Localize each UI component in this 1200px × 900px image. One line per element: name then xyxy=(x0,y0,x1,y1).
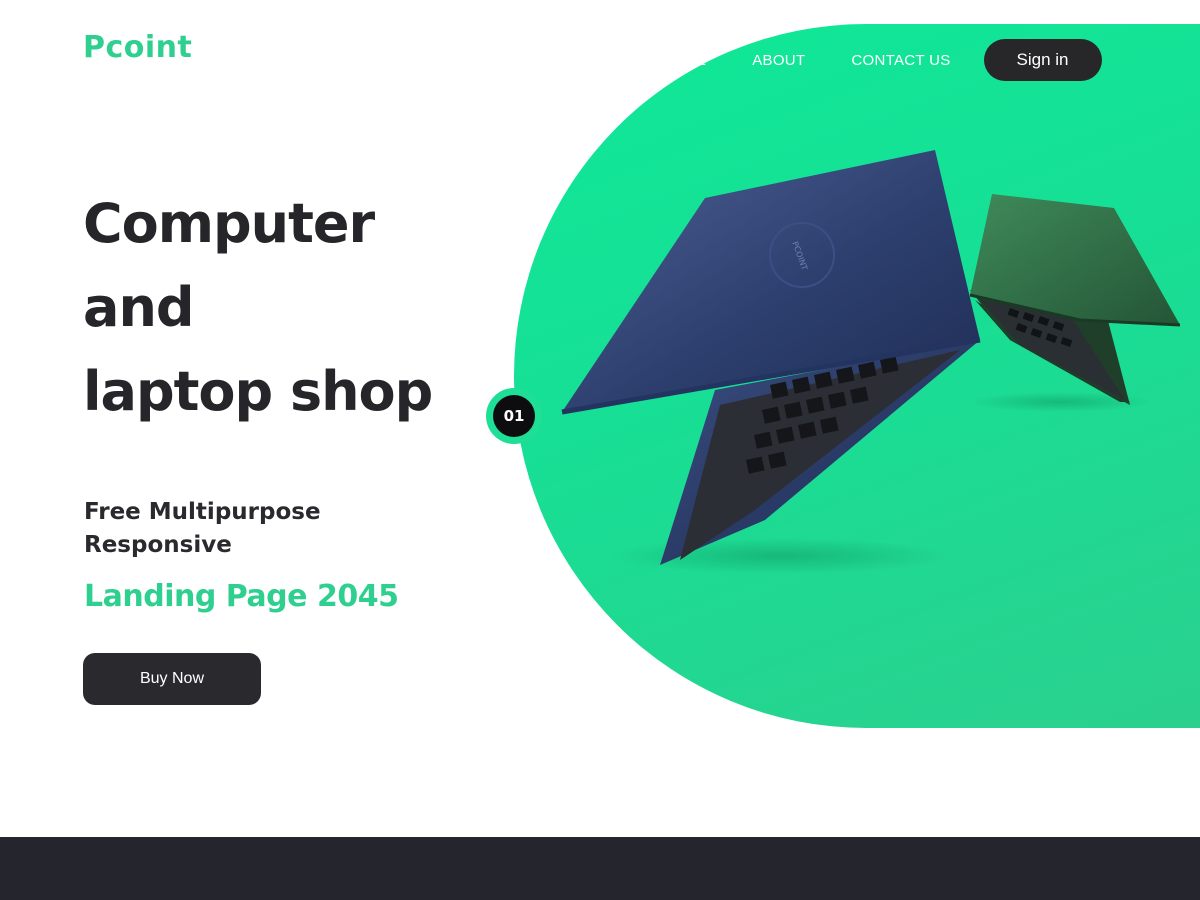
hero-title: Computer and laptop shop xyxy=(83,182,433,434)
landing-page: Pcoint HOME ABOUT CONTACT US Sign in Com… xyxy=(0,0,1200,900)
hero-subtitle-line-2: Responsive xyxy=(84,532,232,558)
nav-link-contact[interactable]: CONTACT US xyxy=(851,52,950,69)
hero-subtitle: Free Multipurpose Responsive xyxy=(84,496,404,562)
laptops-illustration: PCOINT xyxy=(561,150,1181,574)
sign-in-button[interactable]: Sign in xyxy=(983,39,1102,81)
main-nav: HOME ABOUT CONTACT US Sign in xyxy=(660,39,1102,81)
slide-indicator[interactable]: 01 xyxy=(486,388,542,444)
hero-title-line-3: laptop shop xyxy=(83,360,433,423)
laptop-blue-image: PCOINT xyxy=(561,150,981,574)
nav-link-about[interactable]: ABOUT xyxy=(752,52,805,69)
nav-link-home[interactable]: HOME xyxy=(660,52,706,69)
buy-now-button[interactable]: Buy Now xyxy=(83,653,261,705)
brand-logo[interactable]: Pcoint xyxy=(83,30,192,65)
slide-number: 01 xyxy=(493,395,535,437)
hero-subtitle-line-1: Free Multipurpose xyxy=(84,499,321,525)
hero-title-line-2: and xyxy=(83,276,195,339)
hero-highlight: Landing Page 2045 xyxy=(84,579,399,614)
footer-section xyxy=(0,837,1200,900)
laptop-green-image xyxy=(969,194,1181,412)
hero-title-line-1: Computer xyxy=(83,192,375,255)
